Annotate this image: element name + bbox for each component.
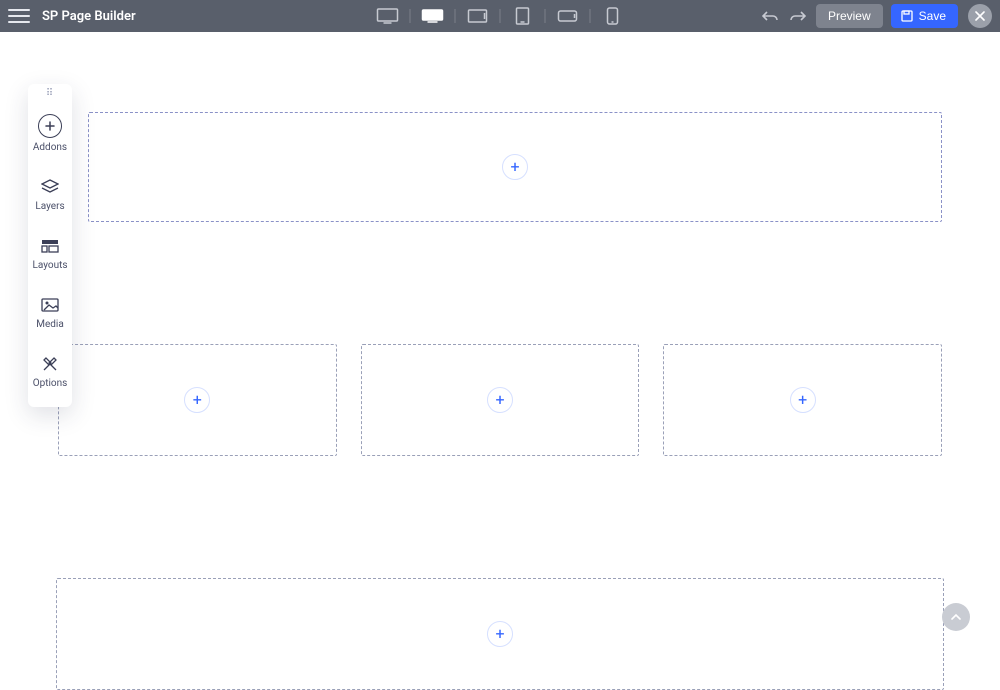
plus-icon: + [193, 392, 202, 408]
side-toolbox: ⠿ Addons Layers Layouts Media Options [28, 84, 72, 407]
add-addon-button[interactable]: + [502, 154, 528, 180]
options-icon [40, 354, 60, 374]
section-row[interactable]: + [88, 112, 942, 222]
sidebar-item-addons[interactable]: Addons [28, 102, 72, 165]
tablet-icon [516, 7, 530, 25]
save-icon [901, 10, 913, 22]
undo-icon [762, 10, 778, 22]
device-desktop-large[interactable] [368, 0, 408, 32]
sidebar-item-layers[interactable]: Layers [28, 165, 72, 224]
chevron-up-icon [951, 612, 961, 622]
save-button[interactable]: Save [891, 4, 958, 28]
section-row[interactable]: + [56, 578, 944, 690]
menu-icon[interactable] [8, 5, 30, 27]
sidebar-item-layouts[interactable]: Layouts [28, 224, 72, 283]
layouts-icon [40, 236, 60, 256]
undo-button[interactable] [760, 6, 780, 26]
monitor-large-icon [377, 8, 399, 24]
section-row[interactable]: + + + [58, 344, 942, 456]
plus-icon: + [495, 626, 504, 642]
section-column[interactable]: + [361, 344, 640, 456]
device-separator [410, 9, 411, 23]
close-icon [975, 11, 985, 21]
drag-handle-icon[interactable]: ⠿ [28, 84, 72, 102]
mobile-icon [607, 7, 619, 25]
device-separator [545, 9, 546, 23]
section-column[interactable]: + [58, 344, 337, 456]
device-mobile[interactable] [593, 0, 633, 32]
device-separator [500, 9, 501, 23]
topbar-right: Preview Save [760, 4, 992, 28]
add-addon-button[interactable]: + [790, 387, 816, 413]
redo-button[interactable] [788, 6, 808, 26]
plus-icon: + [798, 392, 807, 408]
sidebar-item-label: Layouts [32, 260, 67, 271]
add-addon-button[interactable]: + [184, 387, 210, 413]
close-button[interactable] [968, 4, 992, 28]
mobile-landscape-icon [558, 10, 578, 22]
device-separator [455, 9, 456, 23]
section-column[interactable]: + [663, 344, 942, 456]
monitor-icon [422, 9, 444, 23]
device-desktop[interactable] [413, 0, 453, 32]
plus-icon: + [510, 159, 519, 175]
tablet-landscape-icon [468, 9, 488, 23]
device-mobile-landscape[interactable] [548, 0, 588, 32]
layers-icon [40, 177, 60, 197]
device-tablet-landscape[interactable] [458, 0, 498, 32]
device-switcher [368, 0, 633, 32]
device-tablet[interactable] [503, 0, 543, 32]
add-addon-button[interactable]: + [487, 621, 513, 647]
scroll-top-button[interactable] [942, 603, 970, 631]
save-button-label: Save [919, 9, 946, 23]
sidebar-item-label: Options [33, 378, 68, 389]
sidebar-item-label: Addons [33, 142, 67, 153]
device-separator [590, 9, 591, 23]
sidebar-item-media[interactable]: Media [28, 283, 72, 342]
sidebar-item-label: Media [36, 319, 64, 330]
preview-button[interactable]: Preview [816, 4, 883, 28]
add-addon-button[interactable]: + [487, 387, 513, 413]
sidebar-item-options[interactable]: Options [28, 342, 72, 401]
media-icon [40, 295, 60, 315]
app-title: SP Page Builder [42, 9, 136, 24]
plus-circle-icon [38, 114, 62, 138]
sidebar-item-label: Layers [35, 201, 64, 212]
top-bar: SP Page Builder [0, 0, 1000, 32]
plus-icon: + [495, 392, 504, 408]
redo-icon [790, 10, 806, 22]
